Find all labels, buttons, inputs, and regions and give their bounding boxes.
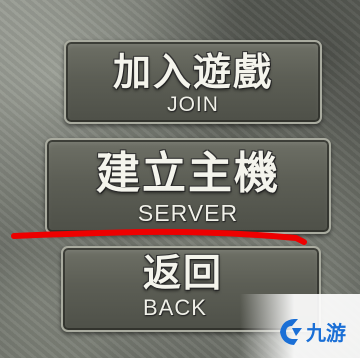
server-button[interactable]: 建立主機 SERVER [45, 138, 331, 234]
server-label-en: SERVER [137, 200, 239, 226]
watermark-text: 九游 [305, 321, 346, 345]
join-label-en: JOIN [167, 93, 219, 116]
jiuyou-logo-icon: 九游 [280, 319, 346, 345]
watermark: 九游 [240, 294, 360, 358]
join-button[interactable]: 加入遊戲 JOIN [64, 40, 322, 124]
join-label-cn: 加入遊戲 [112, 50, 273, 94]
server-label-cn: 建立主機 [96, 148, 280, 199]
back-label-cn: 返回 [143, 251, 224, 295]
